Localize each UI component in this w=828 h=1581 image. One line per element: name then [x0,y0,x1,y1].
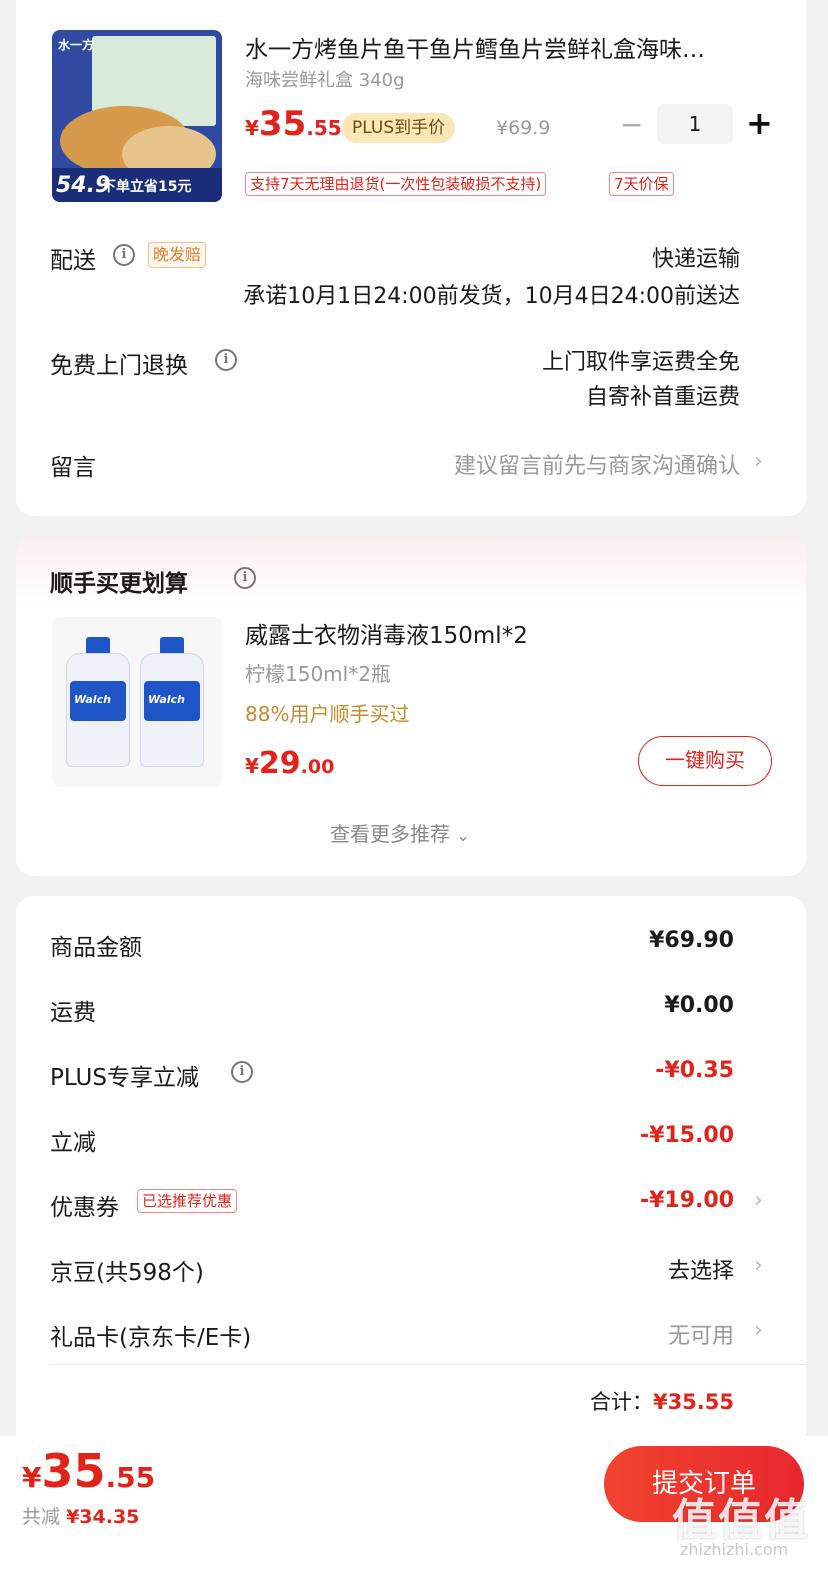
original-price: ¥69.9 [496,117,551,139]
delivery-label: 配送 [50,248,96,274]
info-icon[interactable]: i [113,244,135,266]
addon-price: ¥29.00 [245,746,334,781]
price-symbol: ¥ [22,1461,42,1494]
summary-shipping-value: ¥0.00 [664,993,734,1018]
summary-total-label: 合计： [589,1390,653,1414]
addon-title[interactable]: 威露士衣物消毒液150ml*2 [245,616,528,650]
summary-goods-label: 商品金额 [50,935,142,961]
addon-spec: 柠檬150ml*2瓶 [245,662,391,686]
footer-saved-value: ¥34.35 [66,1506,140,1528]
summary-jd-beans-label[interactable]: 京豆(共598个) [50,1253,204,1287]
addon-stat: 88%用户顺手买过 [245,702,410,726]
summary-shipping-label: 运费 [50,1000,96,1026]
message-input[interactable]: 建议留言前先与商家沟通确认 [454,448,740,480]
addon-heading: 顺手买更划算 [50,571,188,597]
late-compensation-tag: 晚发赔 [148,242,207,268]
one-click-buy-button[interactable]: 一键购买 [638,736,772,786]
summary-goods-value: ¥69.90 [649,928,734,953]
chevron-right-icon[interactable]: › [754,1188,763,1213]
summary-instant-discount-value: -¥15.00 [639,1123,734,1148]
plus-price-badge: PLUS到手价 [342,113,456,143]
footer-saved-label: 共减 [22,1506,61,1528]
price-dec: .00 [300,756,335,778]
price-int: 35 [41,1444,106,1498]
product-price: ¥35.55 [245,104,342,144]
price-int: 35 [258,104,307,144]
return-policy-tag: 支持7天无理由退货(一次性包装破损不支持) [245,172,547,196]
bottle-graphic: Walch [66,637,130,767]
addon-product-image[interactable]: Walch Walch [52,617,222,787]
summary-gift-card-label[interactable]: 礼品卡(京东卡/E卡) [50,1318,251,1352]
price-symbol: ¥ [245,754,259,778]
product-title[interactable]: 水一方烤鱼片鱼干鱼片鳕鱼片尝鲜礼盒海味… [245,30,765,64]
return-service-label: 免费上门退换 [50,353,188,379]
quantity-increase-button[interactable]: + [746,104,773,142]
quantity-input[interactable]: 1 [657,104,733,144]
price-int: 29 [258,746,301,781]
summary-coupon-value[interactable]: -¥19.00 [640,1188,734,1213]
summary-instant-discount-label: 立减 [50,1130,96,1156]
chevron-right-icon[interactable]: › [754,449,763,474]
summary-plus-discount-label: PLUS专享立减 [50,1065,199,1091]
summary-divider [50,1364,806,1365]
price-protect-tag: 7天价保 [609,172,674,196]
watermark: 值值值 [672,1495,810,1546]
bottle-brand: Walch [148,693,185,706]
price-symbol: ¥ [245,116,259,140]
price-summary-card [16,896,806,1456]
delivery-method[interactable]: 快递运输 [652,241,740,273]
footer-saved: 共减 ¥34.35 [22,1502,139,1529]
return-service-line1: 上门取件享运费全免 [541,350,740,375]
coupon-selected-tag: 已选推荐优惠 [137,1189,238,1213]
footer-price: ¥35.55 [22,1444,155,1498]
summary-total: 合计：¥35.55 [590,1386,734,1416]
bottle-brand: Walch [74,693,111,706]
chevron-right-icon[interactable]: › [754,1318,763,1343]
delivery-promise: 承诺10月1日24:00前发货，10月4日24:00前送达 [243,284,740,309]
return-service-line2: 自寄补首重运费 [585,385,740,410]
watermark-url: zhizhizhi.com [680,1540,789,1559]
summary-total-value: ¥35.55 [652,1390,734,1414]
quantity-decrease-button[interactable]: − [620,108,643,141]
info-icon[interactable]: i [234,567,256,589]
product-image[interactable]: 水一方 54.9 下单立省15元 [52,30,222,202]
summary-plus-discount-value: -¥0.35 [655,1058,734,1083]
info-icon[interactable]: i [231,1061,253,1083]
summary-gift-card-value[interactable]: 无可用 [668,1318,734,1350]
thumb-banner-text: 下单立省15元 [102,179,192,195]
chevron-right-icon[interactable]: › [754,1253,763,1278]
see-more-label: 查看更多推荐 [330,822,450,846]
product-spec: 海味尝鲜礼盒 340g [245,70,405,91]
see-more-recommendations[interactable]: 查看更多推荐 ⌄ [330,818,470,847]
chevron-down-icon: ⌄ [456,826,470,845]
summary-jd-beans-value[interactable]: 去选择 [668,1253,734,1285]
price-dec: .55 [306,116,342,140]
price-dec: .55 [105,1461,156,1494]
summary-coupon-label[interactable]: 优惠券 [50,1188,119,1222]
bottle-graphic: Walch [140,637,204,767]
info-icon[interactable]: i [215,349,237,371]
message-label: 留言 [50,455,96,481]
thumb-brand: 水一方 [58,38,95,52]
